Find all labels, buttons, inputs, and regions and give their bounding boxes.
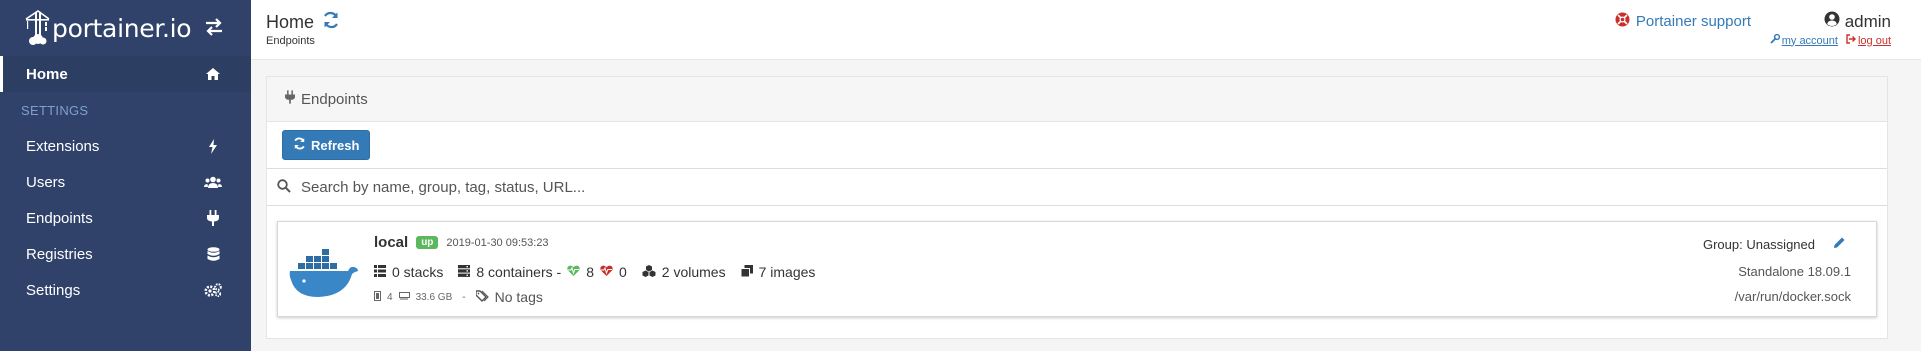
username: admin — [1844, 11, 1891, 31]
user-info: admin — [1824, 11, 1891, 32]
images-count: 7 images — [758, 264, 816, 280]
crane-logo-icon — [25, 10, 50, 45]
support-label: Portainer support — [1635, 13, 1751, 30]
cpu-count: 4 — [387, 291, 393, 303]
tags-icon — [474, 289, 490, 305]
sidebar-item-label: Home — [26, 65, 68, 83]
healthy-count: 8 — [586, 264, 594, 280]
portainer-support-link[interactable]: Portainer support — [1615, 12, 1751, 31]
users-icon — [203, 176, 223, 189]
cogs-icon — [203, 283, 223, 297]
support-icon — [1615, 12, 1630, 31]
refresh-icon — [293, 137, 306, 153]
search-icon — [277, 178, 291, 196]
bolt-icon — [203, 138, 223, 154]
top-header: Home Endpoints Portainer support admin m… — [251, 0, 1921, 60]
sidebar-item-label: Extensions — [26, 137, 100, 155]
th-list-icon — [374, 264, 386, 280]
endpoint-url: /var/run/docker.sock — [1734, 289, 1851, 304]
unhealthy-count: 0 — [618, 264, 627, 280]
sidebar-item-label: Endpoints — [26, 209, 93, 227]
sidebar-heading-settings: SETTINGS — [21, 102, 89, 118]
endpoint-group: Group: Unassigned — [1703, 236, 1846, 252]
tags-label: No tags — [494, 289, 543, 305]
sidebar-item-endpoints[interactable]: Endpoints — [0, 200, 251, 236]
page-title-text: Home — [266, 12, 315, 32]
endpoint-header: local up 2019-01-30 09:53:23 — [374, 234, 549, 251]
volumes-stat: 2 volumes — [642, 264, 726, 280]
endpoint-item[interactable]: local up 2019-01-30 09:53:23 0 stacks 8 … — [277, 221, 1877, 317]
page-title: Home — [266, 11, 340, 34]
docker-logo-icon — [288, 244, 360, 303]
sidebar-toggle-icon[interactable] — [204, 18, 224, 39]
log-out-label: log out — [1857, 34, 1891, 47]
sign-out-icon — [1846, 34, 1856, 47]
panel-title: Endpoints — [301, 90, 368, 108]
endpoint-tags: No tags — [474, 289, 543, 305]
breadcrumb[interactable]: Endpoints — [266, 35, 315, 47]
my-account-link[interactable]: my account — [1770, 33, 1838, 47]
endpoint-resources: 4 33.6 GB - No tags — [374, 289, 543, 305]
sidebar-item-home[interactable]: Home — [0, 56, 251, 92]
panel-header: Endpoints — [267, 77, 1887, 122]
endpoint-name: local — [374, 234, 409, 251]
containers-stat: 8 containers - 8 0 — [458, 264, 627, 280]
endpoint-version: Standalone 18.09.1 — [1738, 264, 1851, 279]
edit-pencil-icon[interactable] — [1833, 236, 1846, 252]
status-badge: up — [416, 236, 439, 249]
resource-separator: - — [462, 291, 466, 303]
memory-icon — [398, 291, 410, 303]
search-bar — [267, 169, 1887, 206]
sidebar-item-label: Users — [26, 173, 66, 191]
plug-icon — [203, 210, 223, 226]
portainer-logo[interactable]: portainer.io — [24, 10, 192, 46]
log-out-link[interactable]: log out — [1846, 34, 1891, 47]
endpoints-panel: Endpoints Refresh Search by name, group,… — [266, 76, 1888, 339]
wrench-icon — [1770, 33, 1780, 47]
server-icon — [458, 264, 471, 280]
images-stat: 7 images — [740, 264, 816, 280]
refresh-label: Refresh — [311, 137, 360, 153]
refresh-button[interactable]: Refresh — [282, 130, 371, 160]
search-input[interactable] — [301, 178, 1201, 196]
sidebar-item-label: Settings — [26, 281, 81, 299]
refresh-icon[interactable] — [322, 11, 340, 34]
sidebar: portainer.io Home SETTINGS Extensions Us… — [0, 0, 251, 351]
sidebar-item-users[interactable]: Users — [0, 164, 251, 200]
sidebar-item-extensions[interactable]: Extensions — [0, 128, 251, 164]
cubes-icon — [642, 264, 656, 280]
endpoint-date: 2019-01-30 09:53:23 — [446, 236, 549, 249]
sidebar-item-label: Registries — [26, 245, 93, 263]
sidebar-item-registries[interactable]: Registries — [0, 236, 251, 272]
endpoint-stats: 0 stacks 8 containers - 8 0 2 volumes 7 … — [374, 264, 815, 280]
panel-toolbar: Refresh — [267, 122, 1887, 169]
memory-size: 33.6 GB — [415, 291, 453, 303]
volumes-count: 2 volumes — [661, 264, 726, 280]
heartbeat-unhealthy-icon — [600, 264, 613, 280]
heartbeat-healthy-icon — [567, 264, 580, 280]
plug-icon — [285, 90, 295, 108]
containers-count: 8 containers - — [476, 264, 562, 280]
group-label: Group: Unassigned — [1702, 236, 1815, 252]
clone-icon — [740, 264, 753, 280]
stacks-count: 0 stacks — [392, 264, 444, 280]
user-circle-icon — [1824, 11, 1840, 32]
sidebar-item-settings[interactable]: Settings — [0, 272, 251, 308]
database-icon — [203, 246, 223, 262]
user-links: my account log out — [1770, 33, 1891, 47]
brand: portainer.io — [0, 0, 251, 56]
brand-name: portainer.io — [52, 13, 192, 43]
memory-chip-icon — [374, 290, 381, 304]
home-icon — [203, 67, 223, 81]
stacks-stat: 0 stacks — [374, 264, 443, 280]
my-account-label: my account — [1781, 34, 1838, 47]
